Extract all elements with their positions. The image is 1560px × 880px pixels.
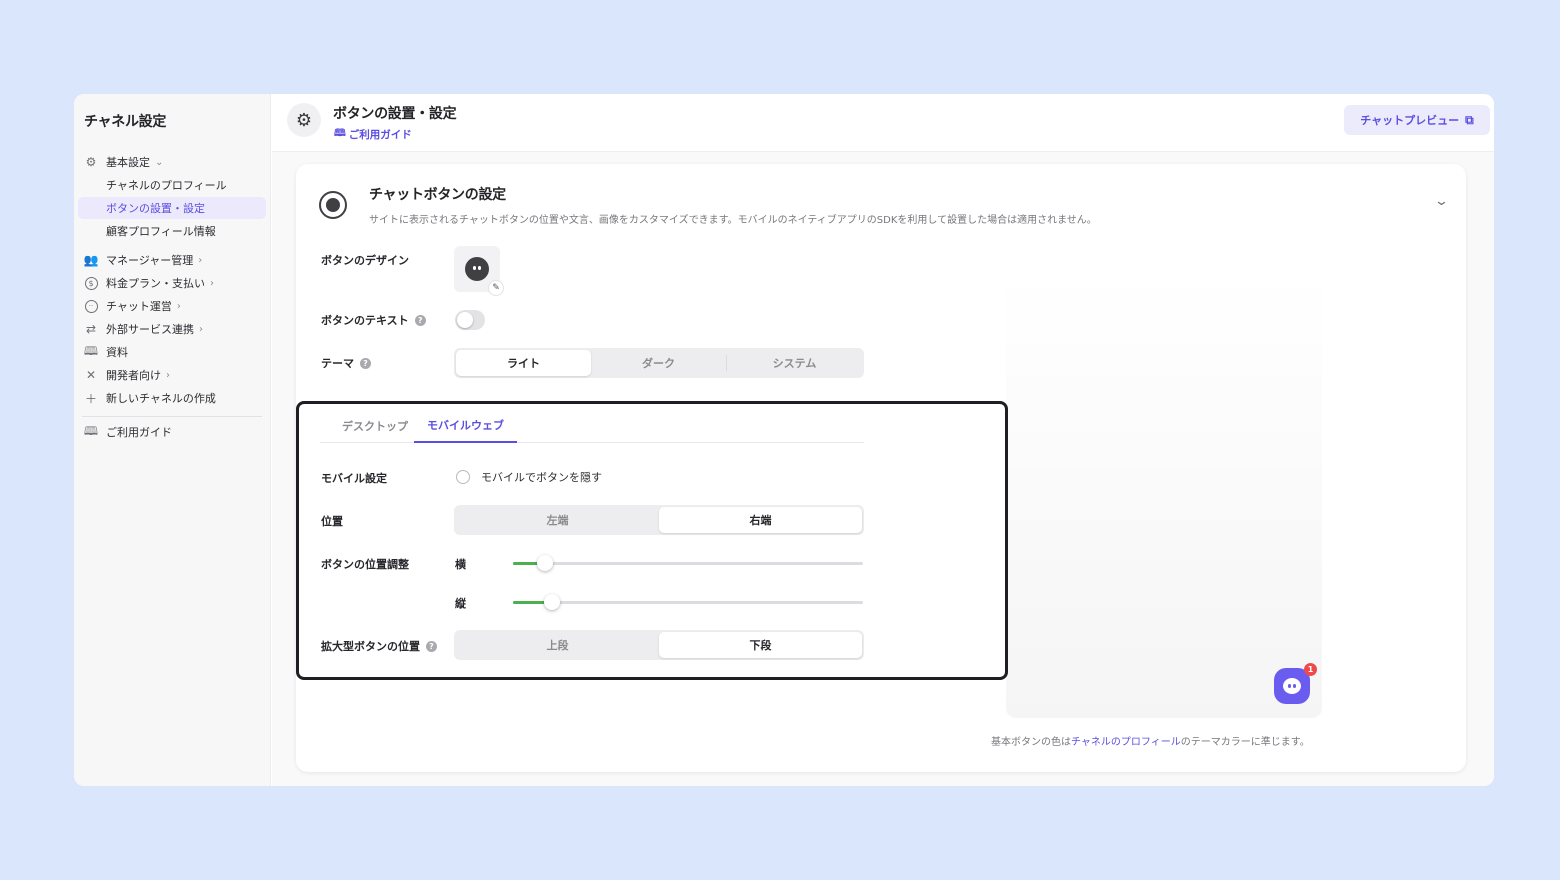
notification-badge: 1 bbox=[1304, 663, 1317, 676]
edit-icon[interactable]: ✎ bbox=[488, 280, 504, 296]
sidebar-item-chat-ops[interactable]: ·· チャット運営 › bbox=[83, 296, 181, 316]
theme-label-text: テーマ bbox=[321, 357, 354, 370]
card-title: チャットボタンの設定 bbox=[369, 187, 506, 203]
chat-preview-button[interactable]: チャットプレビュー ⧉ bbox=[1344, 105, 1490, 135]
chat-preview-label: チャットプレビュー bbox=[1360, 114, 1460, 127]
book-icon: 🕮 bbox=[334, 128, 346, 139]
chat-preview-area: 1 bbox=[1006, 272, 1322, 718]
sidebar: チャネル設定 ⚙ 基本設定 ⌄ チャネルのプロフィール ボタンの設置・設定 顧客… bbox=[74, 94, 271, 786]
sidebar-subitem-profile[interactable]: チャネルのプロフィール bbox=[78, 174, 266, 196]
chat-bubble-icon bbox=[1283, 678, 1301, 694]
main-content: チャットボタンの設定 サイトに表示されるチャットボタンの位置や文言、画像をカスタ… bbox=[272, 152, 1494, 786]
sidebar-subitem-button-settings[interactable]: ボタンの設置・設定 bbox=[78, 197, 266, 219]
chevron-down-icon[interactable]: ⌄ bbox=[1434, 194, 1449, 209]
sidebar-item-basic[interactable]: ⚙ 基本設定 ⌄ bbox=[83, 152, 164, 172]
button-text-label-text: ボタンのテキスト bbox=[321, 314, 409, 327]
sidebar-item-label: チャット運営 bbox=[106, 300, 172, 313]
sidebar-item-label: 料金プラン・支払い bbox=[106, 277, 205, 290]
guide-link[interactable]: 🕮 ご利用ガイド bbox=[334, 126, 412, 143]
settings-window: チャネル設定 ⚙ 基本設定 ⌄ チャネルのプロフィール ボタンの設置・設定 顧客… bbox=[74, 94, 1494, 786]
chevron-down-icon: ⌄ bbox=[155, 156, 164, 168]
sidebar-item-docs[interactable]: 🕮 資料 bbox=[83, 342, 128, 362]
sidebar-item-label: マネージャー管理 bbox=[106, 254, 194, 267]
chevron-right-icon: › bbox=[199, 323, 203, 335]
dollar-icon: $ bbox=[83, 275, 99, 291]
theme-segmented-control: ライト ダーク システム bbox=[454, 348, 864, 378]
sidebar-item-integrations[interactable]: ⇄ 外部サービス連携 › bbox=[83, 319, 203, 339]
sidebar-item-label: 開発者向け bbox=[106, 369, 161, 382]
plus-icon: ＋ bbox=[84, 391, 97, 406]
book-icon: 🕮 bbox=[83, 343, 99, 358]
help-icon[interactable]: ? bbox=[360, 357, 371, 369]
chevron-right-icon: › bbox=[198, 254, 203, 266]
card-description: サイトに表示されるチャットボタンの位置や文言、画像をカスタマイズできます。モバイ… bbox=[369, 215, 1097, 226]
external-link-icon: ⧉ bbox=[1465, 112, 1474, 127]
button-text-toggle[interactable] bbox=[455, 310, 485, 330]
chevron-right-icon: › bbox=[176, 300, 181, 312]
guide-link-label: ご利用ガイド bbox=[348, 129, 412, 141]
chat-icon: ·· bbox=[83, 298, 99, 314]
chevron-right-icon: › bbox=[210, 277, 214, 289]
tools-icon: ✕ bbox=[85, 368, 97, 382]
channel-profile-link[interactable]: チャネルのプロフィール bbox=[1071, 737, 1181, 748]
chat-button-settings-card: チャットボタンの設定 サイトに表示されるチャットボタンの位置や文言、画像をカスタ… bbox=[296, 164, 1466, 772]
sidebar-item-label: 新しいチャネルの作成 bbox=[106, 392, 216, 405]
theme-option-system[interactable]: システム bbox=[727, 350, 862, 376]
sidebar-subitem-customer-profile[interactable]: 顧客プロフィール情報 bbox=[78, 220, 266, 242]
button-design-picker[interactable]: ✎ bbox=[454, 246, 504, 296]
page-title: ボタンの設置・設定 bbox=[333, 106, 457, 122]
design-label: ボタンのデザイン bbox=[321, 254, 409, 267]
sidebar-item-managers[interactable]: 👥 マネージャー管理 › bbox=[83, 250, 203, 270]
theme-color-note: 基本ボタンの色はチャネルのプロフィールのテーマカラーに準じます。 bbox=[991, 733, 1310, 748]
sidebar-item-billing[interactable]: $ 料金プラン・支払い › bbox=[83, 273, 214, 293]
gear-icon: ⚙ bbox=[85, 155, 97, 169]
swap-icon: ⇄ bbox=[85, 322, 97, 336]
sidebar-item-label: 基本設定 bbox=[106, 156, 150, 169]
theme-label: テーマ ? bbox=[321, 355, 371, 371]
mobile-web-highlight-frame bbox=[296, 401, 1008, 680]
sidebar-item-label: 資料 bbox=[106, 346, 128, 359]
gear-icon: ⚙ bbox=[287, 103, 321, 137]
theme-option-dark[interactable]: ダーク bbox=[591, 350, 726, 376]
chevron-right-icon: › bbox=[166, 369, 170, 381]
help-icon[interactable]: ? bbox=[414, 314, 426, 326]
theme-option-light[interactable]: ライト bbox=[456, 350, 591, 376]
button-text-label: ボタンのテキスト ? bbox=[321, 312, 426, 328]
users-icon: 👥 bbox=[83, 253, 99, 267]
chat-bubble-icon bbox=[465, 257, 489, 281]
toggle-knob bbox=[457, 312, 473, 328]
note-prefix: 基本ボタンの色は bbox=[991, 737, 1071, 748]
sidebar-divider bbox=[82, 416, 262, 417]
note-suffix: のテーマカラーに準じます。 bbox=[1180, 737, 1310, 748]
chat-button-icon bbox=[319, 191, 347, 219]
sidebar-title: チャネル設定 bbox=[84, 114, 167, 130]
sidebar-item-new-channel[interactable]: ＋ 新しいチャネルの作成 bbox=[83, 388, 216, 408]
sidebar-item-guide[interactable]: 🕮 ご利用ガイド bbox=[83, 422, 172, 442]
page-header: ⚙ ボタンの設置・設定 🕮 ご利用ガイド チャットプレビュー ⧉ bbox=[272, 94, 1494, 152]
book-icon: 🕮 bbox=[83, 423, 99, 438]
sidebar-item-label: 外部サービス連携 bbox=[106, 323, 194, 336]
sidebar-item-developers[interactable]: ✕ 開発者向け › bbox=[83, 365, 170, 385]
sidebar-item-label: ご利用ガイド bbox=[106, 426, 172, 439]
